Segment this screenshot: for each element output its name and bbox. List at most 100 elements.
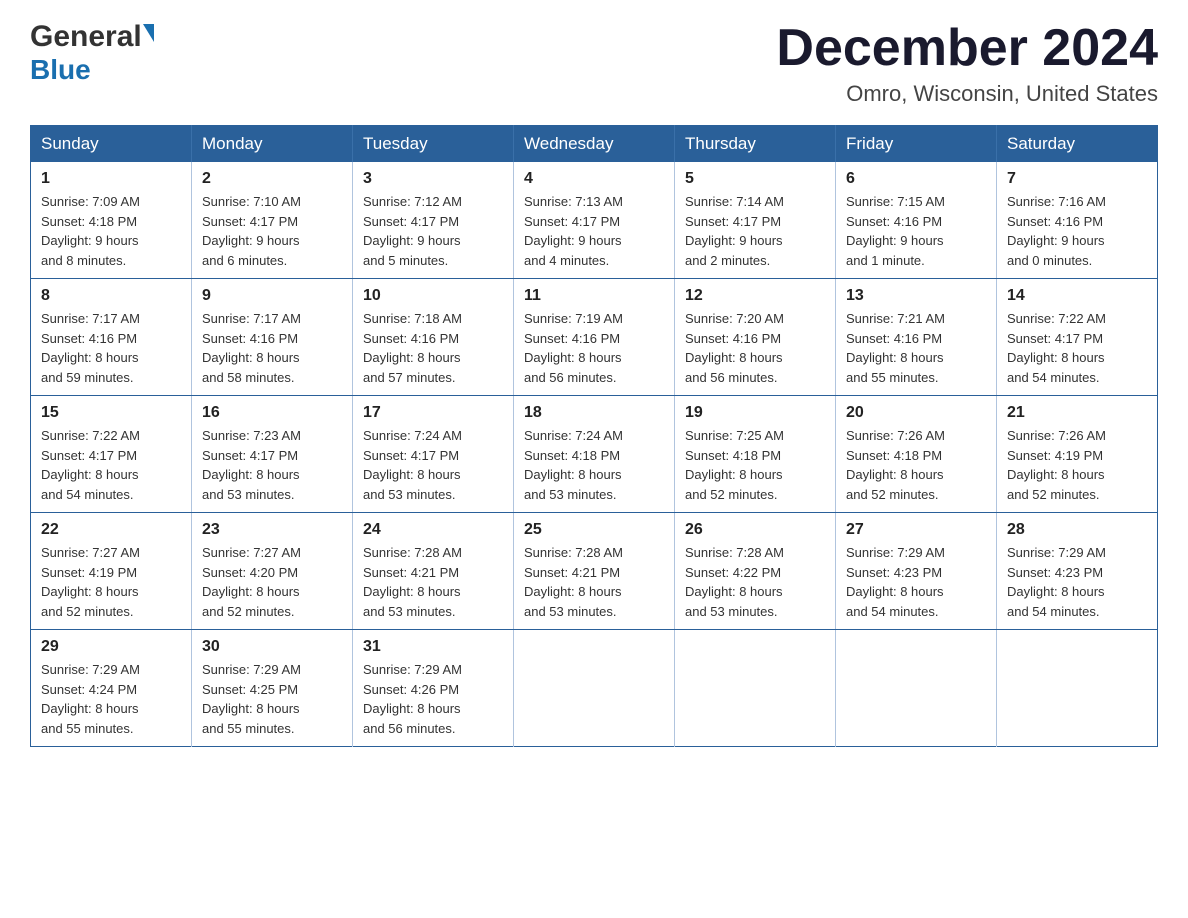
- day-info: Sunrise: 7:13 AMSunset: 4:17 PMDaylight:…: [524, 194, 623, 268]
- day-info: Sunrise: 7:15 AMSunset: 4:16 PMDaylight:…: [846, 194, 945, 268]
- logo: General Blue: [30, 20, 154, 84]
- day-info: Sunrise: 7:29 AMSunset: 4:23 PMDaylight:…: [846, 545, 945, 619]
- day-info: Sunrise: 7:17 AMSunset: 4:16 PMDaylight:…: [41, 311, 140, 385]
- day-info: Sunrise: 7:22 AMSunset: 4:17 PMDaylight:…: [1007, 311, 1106, 385]
- calendar-cell: 4 Sunrise: 7:13 AMSunset: 4:17 PMDayligh…: [514, 162, 675, 279]
- month-title: December 2024: [776, 20, 1158, 77]
- day-info: Sunrise: 7:18 AMSunset: 4:16 PMDaylight:…: [363, 311, 462, 385]
- day-number: 19: [685, 404, 825, 422]
- day-info: Sunrise: 7:29 AMSunset: 4:26 PMDaylight:…: [363, 662, 462, 736]
- calendar-week-row: 8 Sunrise: 7:17 AMSunset: 4:16 PMDayligh…: [31, 279, 1158, 396]
- day-info: Sunrise: 7:29 AMSunset: 4:25 PMDaylight:…: [202, 662, 301, 736]
- calendar-cell: 10 Sunrise: 7:18 AMSunset: 4:16 PMDaylig…: [353, 279, 514, 396]
- calendar-cell: 26 Sunrise: 7:28 AMSunset: 4:22 PMDaylig…: [675, 513, 836, 630]
- calendar-cell: 17 Sunrise: 7:24 AMSunset: 4:17 PMDaylig…: [353, 396, 514, 513]
- day-number: 22: [41, 521, 181, 539]
- day-number: 7: [1007, 170, 1147, 188]
- calendar-cell: 25 Sunrise: 7:28 AMSunset: 4:21 PMDaylig…: [514, 513, 675, 630]
- day-info: Sunrise: 7:14 AMSunset: 4:17 PMDaylight:…: [685, 194, 784, 268]
- calendar-header-thursday: Thursday: [675, 126, 836, 163]
- day-info: Sunrise: 7:29 AMSunset: 4:24 PMDaylight:…: [41, 662, 140, 736]
- day-info: Sunrise: 7:23 AMSunset: 4:17 PMDaylight:…: [202, 428, 301, 502]
- day-number: 10: [363, 287, 503, 305]
- day-number: 20: [846, 404, 986, 422]
- calendar-cell: 9 Sunrise: 7:17 AMSunset: 4:16 PMDayligh…: [192, 279, 353, 396]
- logo-blue-text: Blue: [30, 56, 91, 84]
- day-number: 11: [524, 287, 664, 305]
- calendar-cell: 1 Sunrise: 7:09 AMSunset: 4:18 PMDayligh…: [31, 162, 192, 279]
- day-info: Sunrise: 7:12 AMSunset: 4:17 PMDaylight:…: [363, 194, 462, 268]
- day-info: Sunrise: 7:26 AMSunset: 4:19 PMDaylight:…: [1007, 428, 1106, 502]
- calendar-cell: 30 Sunrise: 7:29 AMSunset: 4:25 PMDaylig…: [192, 630, 353, 747]
- day-info: Sunrise: 7:20 AMSunset: 4:16 PMDaylight:…: [685, 311, 784, 385]
- calendar-cell: 3 Sunrise: 7:12 AMSunset: 4:17 PMDayligh…: [353, 162, 514, 279]
- day-number: 13: [846, 287, 986, 305]
- day-info: Sunrise: 7:28 AMSunset: 4:21 PMDaylight:…: [524, 545, 623, 619]
- calendar-header-monday: Monday: [192, 126, 353, 163]
- day-info: Sunrise: 7:29 AMSunset: 4:23 PMDaylight:…: [1007, 545, 1106, 619]
- day-info: Sunrise: 7:16 AMSunset: 4:16 PMDaylight:…: [1007, 194, 1106, 268]
- calendar-cell: 27 Sunrise: 7:29 AMSunset: 4:23 PMDaylig…: [836, 513, 997, 630]
- calendar-cell: 14 Sunrise: 7:22 AMSunset: 4:17 PMDaylig…: [997, 279, 1158, 396]
- page-header: General Blue December 2024 Omro, Wiscons…: [30, 20, 1158, 107]
- day-info: Sunrise: 7:19 AMSunset: 4:16 PMDaylight:…: [524, 311, 623, 385]
- day-number: 17: [363, 404, 503, 422]
- day-number: 1: [41, 170, 181, 188]
- day-number: 14: [1007, 287, 1147, 305]
- calendar-cell: 15 Sunrise: 7:22 AMSunset: 4:17 PMDaylig…: [31, 396, 192, 513]
- calendar-week-row: 15 Sunrise: 7:22 AMSunset: 4:17 PMDaylig…: [31, 396, 1158, 513]
- calendar-week-row: 1 Sunrise: 7:09 AMSunset: 4:18 PMDayligh…: [31, 162, 1158, 279]
- day-number: 18: [524, 404, 664, 422]
- day-number: 8: [41, 287, 181, 305]
- calendar-header-saturday: Saturday: [997, 126, 1158, 163]
- day-number: 28: [1007, 521, 1147, 539]
- calendar-header-tuesday: Tuesday: [353, 126, 514, 163]
- calendar-cell: 23 Sunrise: 7:27 AMSunset: 4:20 PMDaylig…: [192, 513, 353, 630]
- calendar-cell: 18 Sunrise: 7:24 AMSunset: 4:18 PMDaylig…: [514, 396, 675, 513]
- day-number: 16: [202, 404, 342, 422]
- calendar-header-wednesday: Wednesday: [514, 126, 675, 163]
- calendar-cell: 21 Sunrise: 7:26 AMSunset: 4:19 PMDaylig…: [997, 396, 1158, 513]
- calendar-header-row: SundayMondayTuesdayWednesdayThursdayFrid…: [31, 126, 1158, 163]
- calendar-header-friday: Friday: [836, 126, 997, 163]
- day-number: 6: [846, 170, 986, 188]
- day-number: 29: [41, 638, 181, 656]
- calendar-cell: 16 Sunrise: 7:23 AMSunset: 4:17 PMDaylig…: [192, 396, 353, 513]
- calendar-week-row: 22 Sunrise: 7:27 AMSunset: 4:19 PMDaylig…: [31, 513, 1158, 630]
- day-number: 27: [846, 521, 986, 539]
- title-section: December 2024 Omro, Wisconsin, United St…: [776, 20, 1158, 107]
- day-info: Sunrise: 7:28 AMSunset: 4:21 PMDaylight:…: [363, 545, 462, 619]
- calendar-cell: 13 Sunrise: 7:21 AMSunset: 4:16 PMDaylig…: [836, 279, 997, 396]
- logo-triangle-icon: [143, 24, 154, 42]
- calendar-cell: 31 Sunrise: 7:29 AMSunset: 4:26 PMDaylig…: [353, 630, 514, 747]
- day-number: 2: [202, 170, 342, 188]
- calendar-cell: [675, 630, 836, 747]
- day-number: 9: [202, 287, 342, 305]
- day-number: 24: [363, 521, 503, 539]
- calendar-cell: 8 Sunrise: 7:17 AMSunset: 4:16 PMDayligh…: [31, 279, 192, 396]
- calendar-cell: 22 Sunrise: 7:27 AMSunset: 4:19 PMDaylig…: [31, 513, 192, 630]
- calendar-cell: 28 Sunrise: 7:29 AMSunset: 4:23 PMDaylig…: [997, 513, 1158, 630]
- day-number: 31: [363, 638, 503, 656]
- calendar-cell: 12 Sunrise: 7:20 AMSunset: 4:16 PMDaylig…: [675, 279, 836, 396]
- day-number: 23: [202, 521, 342, 539]
- calendar-cell: [997, 630, 1158, 747]
- day-info: Sunrise: 7:28 AMSunset: 4:22 PMDaylight:…: [685, 545, 784, 619]
- calendar-cell: 5 Sunrise: 7:14 AMSunset: 4:17 PMDayligh…: [675, 162, 836, 279]
- day-number: 4: [524, 170, 664, 188]
- day-number: 26: [685, 521, 825, 539]
- day-number: 3: [363, 170, 503, 188]
- calendar-cell: [514, 630, 675, 747]
- day-info: Sunrise: 7:24 AMSunset: 4:18 PMDaylight:…: [524, 428, 623, 502]
- calendar-cell: 24 Sunrise: 7:28 AMSunset: 4:21 PMDaylig…: [353, 513, 514, 630]
- calendar-cell: 7 Sunrise: 7:16 AMSunset: 4:16 PMDayligh…: [997, 162, 1158, 279]
- day-info: Sunrise: 7:17 AMSunset: 4:16 PMDaylight:…: [202, 311, 301, 385]
- calendar-cell: 20 Sunrise: 7:26 AMSunset: 4:18 PMDaylig…: [836, 396, 997, 513]
- day-number: 21: [1007, 404, 1147, 422]
- day-info: Sunrise: 7:10 AMSunset: 4:17 PMDaylight:…: [202, 194, 301, 268]
- day-info: Sunrise: 7:24 AMSunset: 4:17 PMDaylight:…: [363, 428, 462, 502]
- calendar-cell: 2 Sunrise: 7:10 AMSunset: 4:17 PMDayligh…: [192, 162, 353, 279]
- day-number: 15: [41, 404, 181, 422]
- calendar-table: SundayMondayTuesdayWednesdayThursdayFrid…: [30, 125, 1158, 747]
- calendar-cell: 29 Sunrise: 7:29 AMSunset: 4:24 PMDaylig…: [31, 630, 192, 747]
